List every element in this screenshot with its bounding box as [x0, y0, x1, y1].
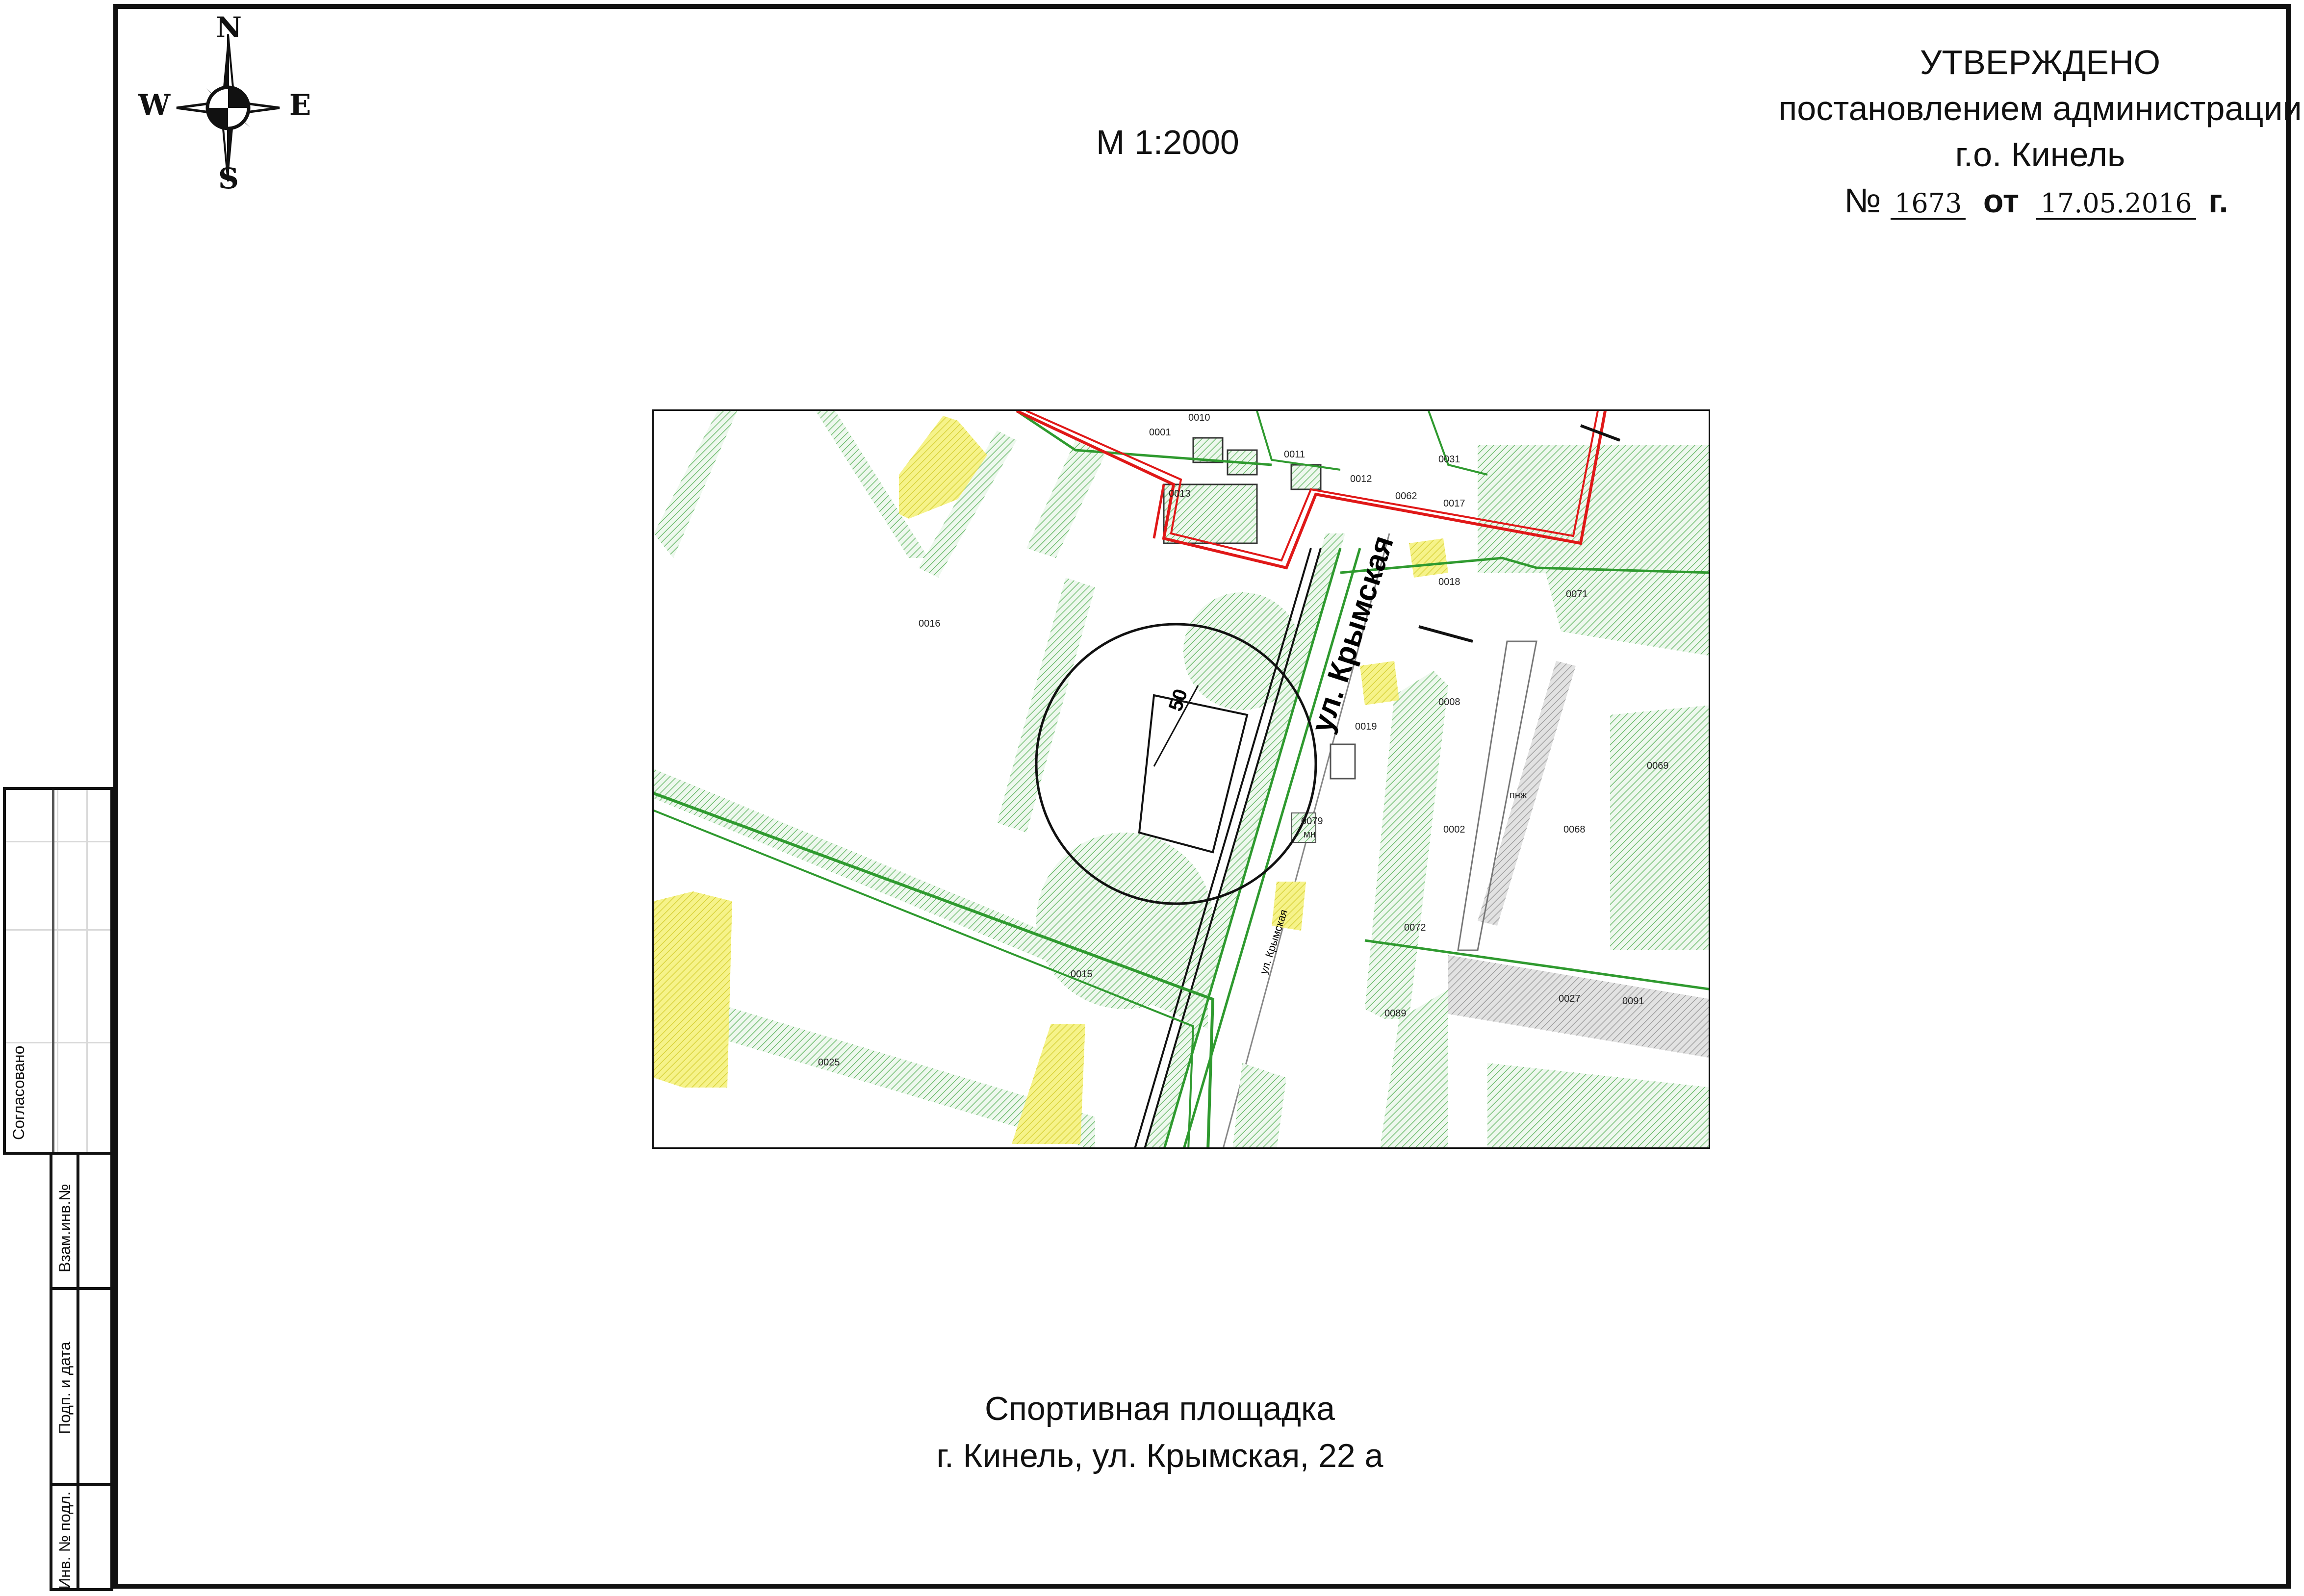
map-drawing: ул. Крымская ул. Крымская 50 0001 0010 0… [654, 411, 1709, 1147]
parcel-label: 0019 [1355, 721, 1377, 732]
building [1290, 464, 1322, 490]
agreed-label: Согласовано [10, 1045, 27, 1140]
approval-line1: постановлением администрации [1778, 89, 2302, 127]
parcel-label: 0010 [1188, 412, 1210, 423]
north-label: N [216, 11, 242, 44]
from-label: от [1983, 182, 2020, 220]
sport-ground-outline [1138, 694, 1249, 854]
green-strip [1610, 705, 1709, 950]
parcel-label: 0017 [1443, 498, 1465, 509]
decree-number: 1673 [1890, 189, 1966, 220]
parcel-label: 0025 [818, 1057, 840, 1068]
site-map: ул. Крымская ул. Крымская 50 0001 0010 0… [652, 409, 1710, 1149]
yellow-building [1012, 1024, 1085, 1144]
parcel-label: 0071 [1566, 589, 1588, 600]
parcel-label: 0079 [1301, 816, 1323, 827]
side-stamp-block: Согласовано Взам.инв.№ Подп. и дата Инв.… [3, 787, 113, 1591]
caption-address: г. Кинель, ул. Крымская, 22 а [936, 1437, 1383, 1474]
parcel-label: мн [1304, 829, 1316, 840]
parcel-label: 0062 [1395, 491, 1417, 502]
yellow-building [1360, 661, 1399, 705]
parcel-label: 0013 [1169, 488, 1191, 499]
parcel-label: 0015 [1071, 969, 1093, 980]
green-strip [1026, 440, 1105, 558]
parcel-label: 0002 [1443, 824, 1465, 835]
parcel-label: 0091 [1622, 996, 1644, 1007]
number-prefix: № [1844, 181, 1881, 220]
green-strip [654, 411, 737, 558]
red-utility [1152, 484, 1165, 539]
green-strip [997, 578, 1095, 833]
west-label: W [138, 88, 171, 122]
yellow-building [654, 891, 732, 1088]
parcel-label: 0012 [1350, 474, 1372, 484]
parcel-label: 0072 [1404, 922, 1426, 933]
green-strip [1487, 1063, 1709, 1147]
approval-title: УТВЕРЖДЕНО [1920, 43, 2161, 81]
parcel-label: 0068 [1563, 824, 1586, 835]
sign-date-label: Подп. и дата [56, 1342, 74, 1435]
parcel-label: 0027 [1559, 993, 1581, 1004]
yellow-building [1409, 538, 1448, 578]
kiosk [1330, 743, 1356, 780]
decree-date: 17.05.2016 [2036, 189, 2196, 220]
exchange-inv-label: Взам.инв.№ [56, 1184, 74, 1272]
compass-rose: N S W E [132, 11, 324, 201]
parcel-label: 0011 [1284, 449, 1305, 460]
south-label: S [218, 162, 239, 195]
parcel-label: пнж [1510, 790, 1527, 801]
approval-block: УТВЕРЖДЕНО постановлением администрации … [1736, 39, 2304, 224]
approval-number-row: № 1673 от 17.05.2016 г. [1736, 177, 2304, 224]
parcel-label: 0069 [1647, 760, 1669, 771]
tree-zone [1036, 833, 1213, 1009]
green-strip [1232, 1063, 1286, 1147]
green-boundary [1256, 411, 1341, 471]
year-suffix: г. [2208, 182, 2228, 220]
parcel-label: 0008 [1438, 697, 1460, 708]
inv-orig-label: Инв. № подл. [56, 1491, 74, 1589]
parcel-label: 0031 [1438, 454, 1460, 465]
scale-label: М 1:2000 [1096, 123, 1239, 161]
parcel-label: 0089 [1384, 1008, 1407, 1019]
parcel-label: 0018 [1438, 577, 1460, 587]
parcel-label: 0016 [919, 618, 941, 629]
caption-title: Спортивная площадка [985, 1390, 1335, 1427]
green-strip [1365, 671, 1448, 1019]
parcel-label: 0001 [1149, 427, 1171, 438]
east-label: E [289, 88, 311, 122]
drawing-caption: Спортивная площадка г. Кинель, ул. Крымс… [834, 1385, 1486, 1479]
approval-line2: г.о. Кинель [1955, 135, 2125, 174]
